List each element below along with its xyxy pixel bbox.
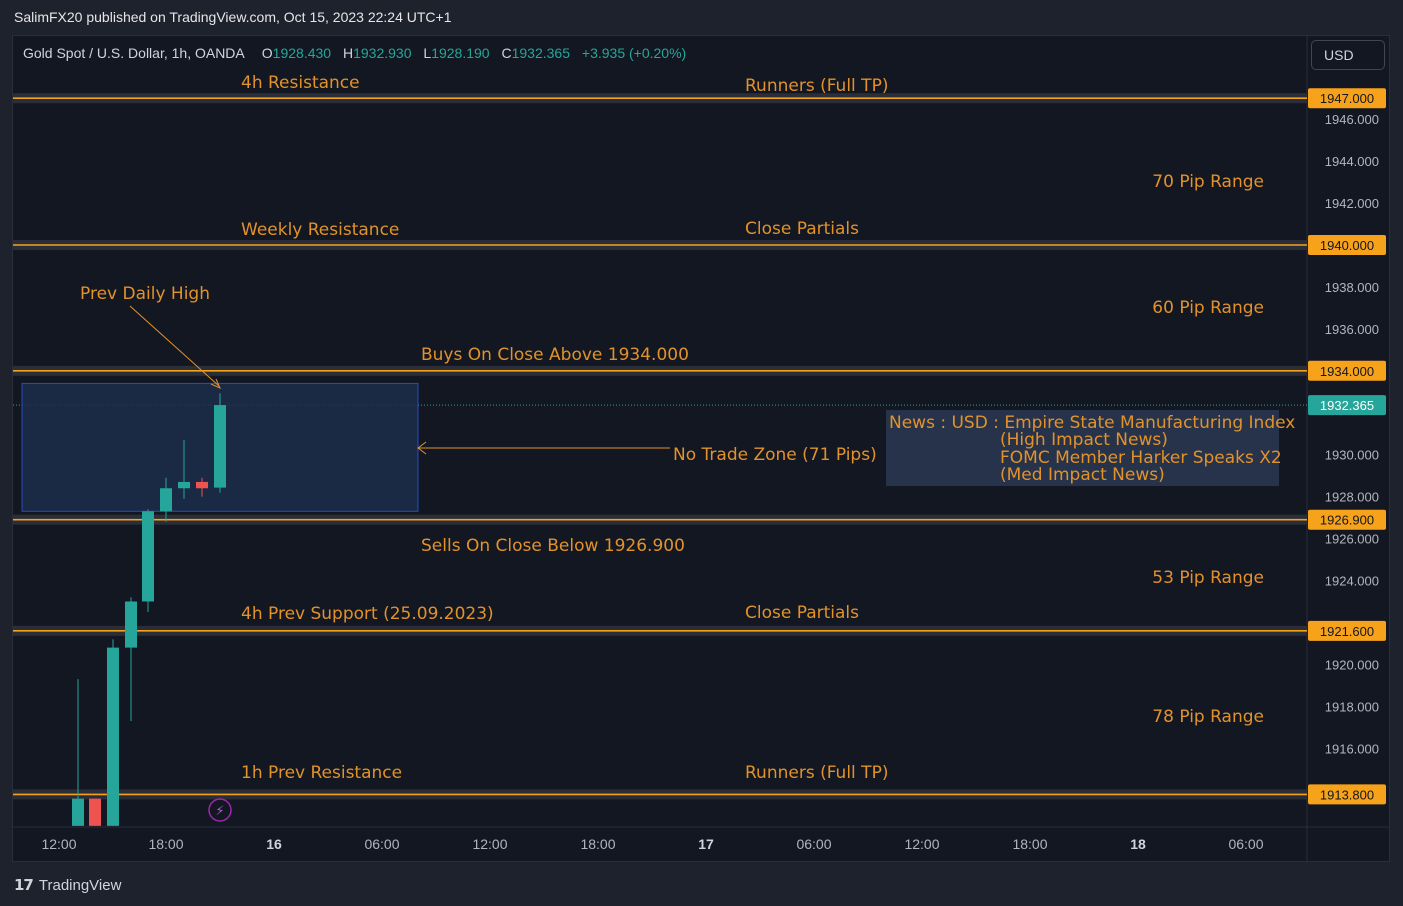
footer-brand[interactable]: 𝟭𝟳 TradingView [14, 876, 122, 895]
prev-daily-high-label: Prev Daily High [80, 284, 210, 304]
open-label: O [261, 45, 273, 61]
y-tick-label: 1938.000 [1325, 280, 1379, 295]
level-left-annotation: Buys On Close Above 1934.000 [421, 345, 689, 365]
x-tick-label: 12:00 [472, 836, 507, 852]
x-tick-label: 12:00 [904, 836, 939, 852]
y-tick-label: 1924.000 [1325, 574, 1379, 589]
news-line: (High Impact News) [1000, 430, 1168, 450]
level-left-annotation: 1h Prev Resistance [241, 763, 402, 783]
x-tick-label: 12:00 [41, 836, 76, 852]
x-tick-label: 06:00 [1228, 836, 1263, 852]
candle-body [107, 647, 119, 826]
current-price-label: 1932.365 [1320, 398, 1374, 413]
level-price-label: 1921.600 [1320, 624, 1374, 639]
candle-body [89, 798, 101, 826]
ohlc-legend: Gold Spot / U.S. Dollar, 1h, OANDA O1928… [23, 45, 694, 61]
close-value: 1932.365 [511, 45, 571, 61]
news-line: (Med Impact News) [1000, 465, 1165, 485]
pip-range-label: 78 Pip Range [1152, 707, 1264, 727]
x-tick-label: 18:00 [1012, 836, 1047, 852]
level-left-annotation: 4h Resistance [241, 73, 360, 93]
level-right-annotation: Close Partials [745, 219, 859, 239]
level-price-label: 1913.800 [1320, 787, 1374, 802]
y-tick-label: 1944.000 [1325, 154, 1379, 169]
level-price-label: 1926.900 [1320, 513, 1374, 528]
open-value: 1928.430 [272, 45, 332, 61]
high-label: H [342, 45, 354, 61]
y-tick-label: 1928.000 [1325, 490, 1379, 505]
y-tick-label: 1936.000 [1325, 322, 1379, 337]
y-tick-label: 1918.000 [1325, 699, 1379, 714]
pip-range-label: 70 Pip Range [1152, 172, 1264, 192]
change-value: +3.935 (+0.20%) [581, 45, 687, 61]
candle-body [196, 481, 208, 489]
currency-button[interactable]: USD [1311, 40, 1385, 70]
no-trade-zone-label: No Trade Zone (71 Pips) [673, 445, 877, 465]
pip-range-label: 60 Pip Range [1152, 298, 1264, 318]
candle-body [72, 798, 84, 826]
x-tick-label: 18:00 [580, 836, 615, 852]
low-value: 1928.190 [431, 45, 490, 61]
x-tick-label: 06:00 [364, 836, 399, 852]
candle-body [142, 511, 154, 602]
close-label: C [501, 45, 512, 61]
level-price-label: 1940.000 [1320, 238, 1374, 253]
level-right-annotation: Runners (Full TP) [745, 763, 888, 783]
y-tick-label: 1946.000 [1325, 112, 1379, 127]
high-value: 1932.930 [353, 45, 412, 61]
level-left-annotation: Weekly Resistance [241, 220, 399, 240]
symbol-title: Gold Spot / U.S. Dollar, 1h, OANDA [23, 45, 244, 61]
x-tick-label: 17 [698, 836, 714, 852]
y-tick-label: 1920.000 [1325, 657, 1379, 672]
tradingview-logo-icon: 𝟭𝟳 [14, 877, 34, 894]
x-tick-label: 16 [266, 836, 282, 852]
y-tick-label: 1930.000 [1325, 448, 1379, 463]
level-left-annotation: Sells On Close Below 1926.900 [421, 536, 685, 556]
level-price-label: 1934.000 [1320, 364, 1374, 379]
candle-body [214, 405, 226, 488]
level-price-label: 1947.000 [1320, 91, 1374, 106]
pip-range-label: 53 Pip Range [1152, 568, 1264, 588]
candle-body [178, 481, 190, 489]
y-tick-label: 1942.000 [1325, 196, 1379, 211]
x-tick-label: 18:00 [148, 836, 183, 852]
level-left-annotation: 4h Prev Support (25.09.2023) [241, 604, 494, 624]
level-right-annotation: Close Partials [745, 603, 859, 623]
candle-body [125, 601, 137, 648]
brand-name: TradingView [38, 876, 122, 894]
level-right-annotation: Runners (Full TP) [745, 76, 888, 96]
lightning-glyph: ⚡ [215, 804, 224, 819]
y-tick-label: 1926.000 [1325, 532, 1379, 547]
candle-body [160, 488, 172, 512]
x-tick-label: 06:00 [796, 836, 831, 852]
candlestick-chart[interactable]: 4h Resistance Runners (Full TP) Weekly Res… [0, 0, 1403, 906]
x-tick-label: 18 [1130, 836, 1146, 852]
y-tick-label: 1916.000 [1325, 741, 1379, 756]
